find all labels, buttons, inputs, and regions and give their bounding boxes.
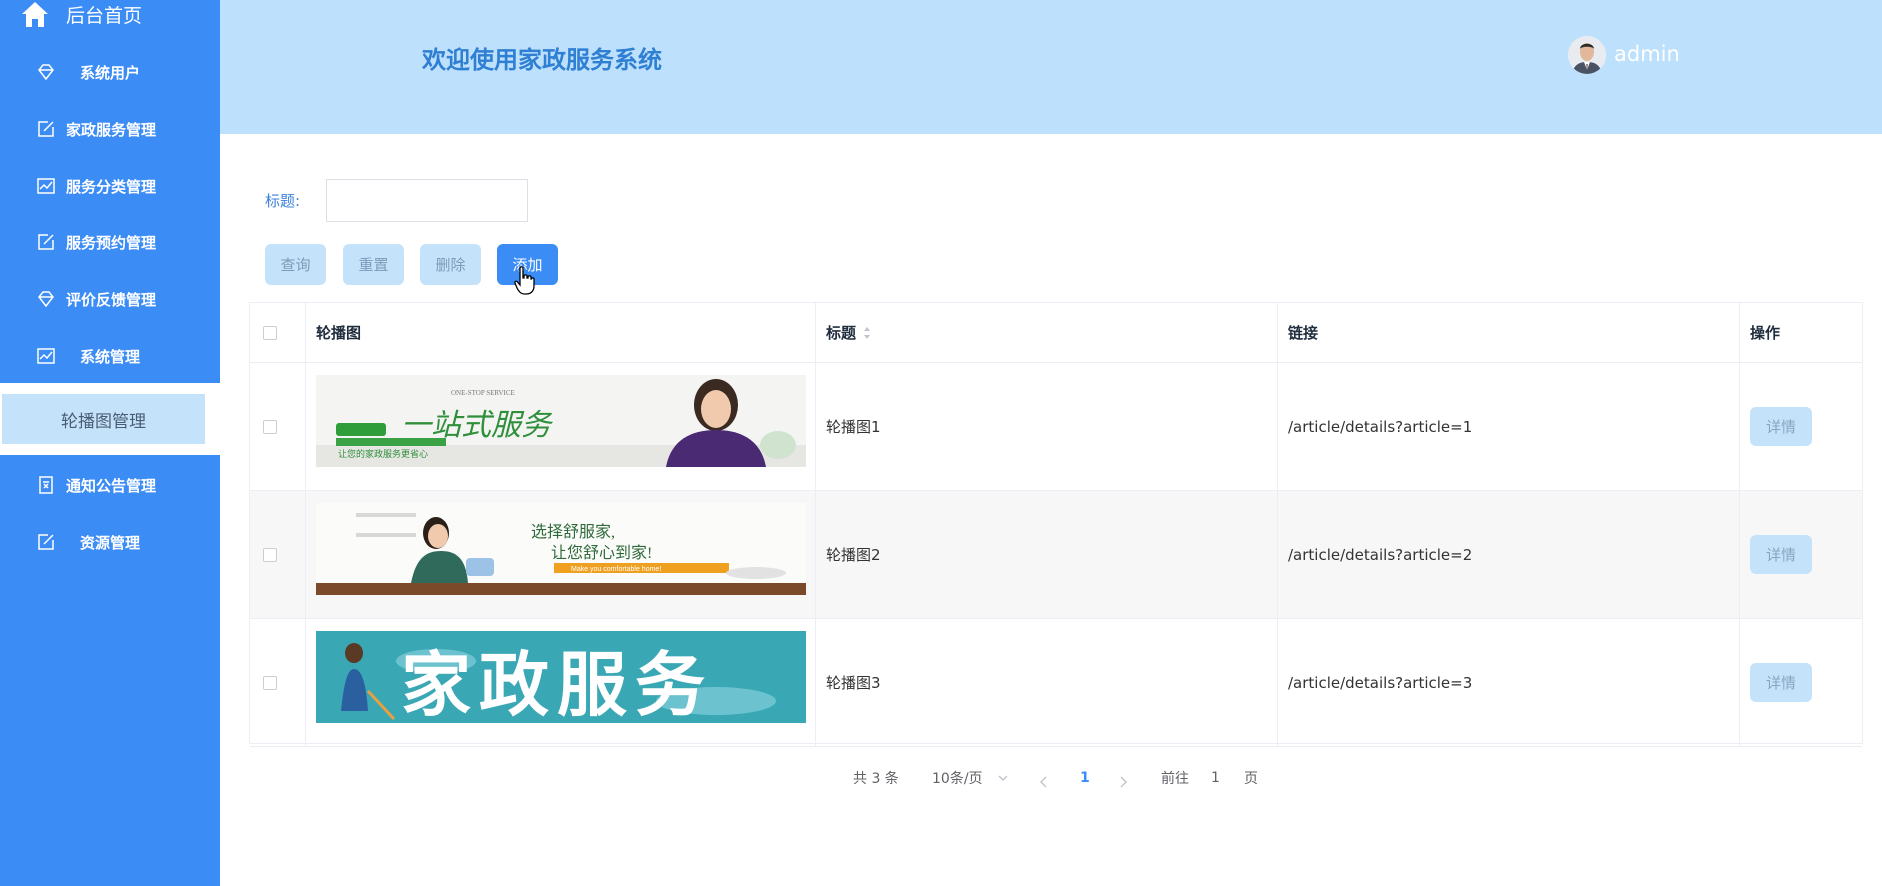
table-row: 选择舒服家, 让您舒心到家! Make you comfortable home… [250, 491, 1862, 619]
row-title: 轮播图1 [816, 363, 1278, 490]
sidebar-item-appointments[interactable]: 服务预约管理 [0, 214, 220, 270]
row-checkbox[interactable] [263, 547, 277, 562]
hand-cursor-icon [514, 266, 535, 295]
detail-button[interactable]: 详情 [1750, 663, 1812, 702]
delete-button[interactable]: 删除 [420, 244, 481, 285]
row-checkbox-cell [250, 363, 306, 490]
banner-cell: 选择舒服家, 让您舒心到家! Make you comfortable home… [306, 491, 816, 618]
sidebar-item-resources[interactable]: 资源管理 [0, 514, 220, 570]
home-label: 后台首页 [66, 4, 143, 27]
username[interactable]: admin [1614, 42, 1680, 66]
carousel-table: 轮播图 标题 链接 操作 ONE-STOP SERVICE 一站式服务 让您的家… [249, 302, 1863, 747]
next-page-icon[interactable] [1118, 772, 1128, 792]
sidebar-item-carousel[interactable]: 轮播图管理 [2, 394, 205, 444]
diamond-icon [38, 64, 54, 81]
row-actions: 详情 [1740, 619, 1862, 746]
sidebar-item-label: 通知公告管理 [66, 476, 157, 495]
edit-icon [38, 234, 54, 250]
page-suffix: 页 [1244, 771, 1258, 787]
banner-caption: 选择舒服家, [531, 523, 615, 541]
header: 欢迎使用家政服务系统 admin [220, 0, 1882, 134]
banner-caption: 让您舒心到家! [551, 544, 652, 562]
page-number-current[interactable]: 1 [1080, 768, 1090, 788]
banner-cell: 家政服务 [306, 619, 816, 746]
edit-icon [38, 534, 54, 550]
edit-icon [38, 121, 54, 137]
sidebar-item-label: 服务预约管理 [66, 233, 157, 252]
prev-page-icon[interactable] [1039, 772, 1049, 792]
chart-icon [37, 178, 55, 194]
chevron-down-icon [998, 775, 1008, 781]
table-row: 家政服务 轮播图3 /article/details?article=3 详情 [250, 619, 1862, 747]
banner-caption: 让您的家政服务更省心 [338, 448, 428, 459]
sidebar-item-feedback[interactable]: 评价反馈管理 [0, 271, 220, 327]
sidebar-submenu: 轮播图管理 [0, 383, 220, 455]
notice-icon [39, 476, 53, 494]
row-actions: 详情 [1740, 363, 1862, 490]
goto-page-input[interactable]: 1 [1211, 768, 1220, 788]
sidebar-item-label: 评价反馈管理 [66, 290, 157, 309]
select-all-checkbox[interactable] [263, 325, 277, 340]
pagination-total: 共 3 条 [853, 771, 899, 787]
column-header-title[interactable]: 标题 [816, 303, 1278, 362]
banner-cell: ONE-STOP SERVICE 一站式服务 让您的家政服务更省心 [306, 363, 816, 490]
search-label: 标题: [265, 192, 301, 210]
row-link: /article/details?article=3 [1278, 619, 1740, 746]
row-link: /article/details?article=1 [1278, 363, 1740, 490]
row-checkbox-cell [250, 619, 306, 746]
sort-icon[interactable] [862, 325, 872, 341]
table-header: 轮播图 标题 链接 操作 [250, 303, 1862, 363]
query-button[interactable]: 查询 [265, 244, 326, 285]
column-header-actions: 操作 [1750, 324, 1781, 342]
banner-caption: Make you comfortable home! [571, 566, 661, 573]
row-checkbox-cell [250, 491, 306, 618]
row-title: 轮播图2 [816, 491, 1278, 618]
diamond-icon [38, 291, 54, 308]
table-row: ONE-STOP SERVICE 一站式服务 让您的家政服务更省心 轮播图1 /… [250, 363, 1862, 491]
page-size-value: 10条/页 [932, 771, 983, 787]
banner-caption: 一站式服务 [401, 409, 554, 442]
row-link: /article/details?article=2 [1278, 491, 1740, 618]
sidebar-item-notices[interactable]: 通知公告管理 [0, 457, 220, 513]
column-header-image: 轮播图 [306, 303, 816, 362]
detail-button[interactable]: 详情 [1750, 407, 1812, 446]
title-search-input[interactable] [326, 179, 528, 222]
row-actions: 详情 [1740, 491, 1862, 618]
sidebar-item-housekeeping[interactable]: 家政服务管理 [0, 101, 220, 157]
column-header-link: 链接 [1278, 303, 1740, 362]
user-avatar-icon [1568, 36, 1606, 74]
page-size-select[interactable]: 10条/页 [932, 768, 1009, 788]
sidebar-item-label: 系统管理 [80, 347, 141, 366]
sidebar-home[interactable]: 后台首页 [20, 0, 142, 28]
home-icon [22, 2, 48, 27]
sidebar-item-label: 系统用户 [80, 63, 141, 82]
page-title: 欢迎使用家政服务系统 [422, 46, 662, 74]
sidebar-item-label: 服务分类管理 [66, 177, 157, 196]
row-checkbox[interactable] [263, 675, 277, 690]
column-header-title-label: 标题 [826, 324, 857, 342]
avatar[interactable] [1568, 36, 1606, 74]
reset-button[interactable]: 重置 [343, 244, 404, 285]
banner-image: ONE-STOP SERVICE 一站式服务 让您的家政服务更省心 [316, 375, 806, 467]
sidebar-item-system[interactable]: 系统管理 [0, 328, 220, 384]
banner-image: 家政服务 [316, 631, 806, 723]
row-checkbox[interactable] [263, 419, 277, 434]
banner-caption: ONE-STOP SERVICE [451, 389, 515, 397]
sidebar-item-categories[interactable]: 服务分类管理 [0, 158, 220, 214]
row-title: 轮播图3 [816, 619, 1278, 746]
sidebar: 后台首页 系统用户 家政服务管理 服务分类管理 服务预约管理 评价反馈管理 系统… [0, 0, 220, 886]
banner-caption: 家政服务 [401, 644, 713, 723]
banner-image: 选择舒服家, 让您舒心到家! Make you comfortable home… [316, 503, 806, 595]
sidebar-item-label: 家政服务管理 [66, 120, 157, 139]
detail-button[interactable]: 详情 [1750, 535, 1812, 574]
sidebar-item-users[interactable]: 系统用户 [0, 44, 220, 100]
header-checkbox-cell [250, 303, 306, 362]
goto-label: 前往 [1161, 771, 1189, 787]
chart-icon [37, 348, 55, 364]
sidebar-item-label: 资源管理 [80, 533, 141, 552]
